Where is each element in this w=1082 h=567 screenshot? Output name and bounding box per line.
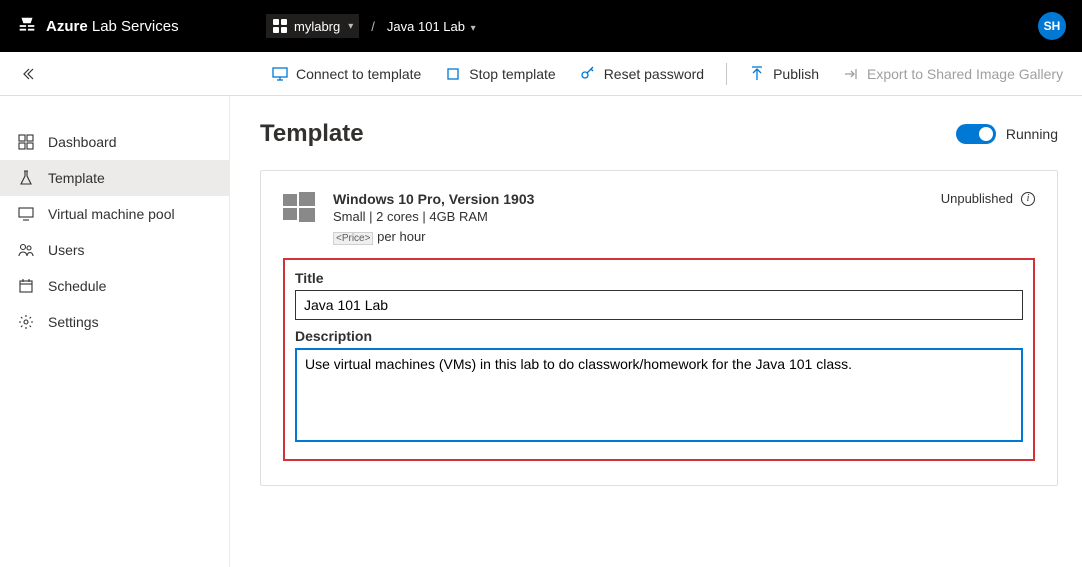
title-input[interactable] [295,290,1023,320]
sidebar-item-template[interactable]: Template [0,160,229,196]
os-spec: Small | 2 cores | 4GB RAM [333,207,534,227]
page-title: Template [260,120,364,148]
running-toggle-group: Running [956,124,1058,144]
breadcrumb: mylabrg ▾ / Java 101 Lab ▾ [266,14,476,38]
sidebar-item-label: Users [48,242,85,258]
sidebar-item-settings[interactable]: Settings [0,304,229,340]
stop-icon [445,66,461,82]
top-bar: Azure Lab Services mylabrg ▾ / Java 101 … [0,0,1082,52]
page-header: Template Running [260,120,1058,148]
chevron-down-icon: ▾ [471,23,476,34]
os-meta: Windows 10 Pro, Version 1903 Small | 2 c… [333,191,534,246]
monitor-icon [272,66,288,82]
publish-status: Unpublished i [941,191,1035,206]
highlighted-form: Title Description [283,258,1035,461]
connect-to-template-button[interactable]: Connect to template [262,60,431,88]
title-label: Title [295,270,1023,286]
users-icon [18,242,36,258]
action-bar: Connect to template Stop template Reset … [0,52,1082,96]
monitor-icon [18,206,36,222]
sidebar-item-schedule[interactable]: Schedule [0,268,229,304]
chevron-down-icon: ▾ [348,21,353,32]
running-toggle[interactable] [956,124,996,144]
sidebar-item-label: Schedule [48,278,106,294]
upload-icon [749,66,765,82]
sidebar: Dashboard Template Virtual machine pool … [0,96,230,567]
breadcrumb-resource-group[interactable]: mylabrg ▾ [266,14,359,38]
description-label: Description [295,328,1023,344]
windows-icon [283,191,315,246]
dashboard-icon [18,134,36,150]
card-header: Windows 10 Pro, Version 1903 Small | 2 c… [283,191,1035,246]
publish-button[interactable]: Publish [739,60,829,88]
description-input[interactable] [295,348,1023,442]
action-separator [726,63,727,85]
calendar-icon [18,278,36,294]
brand[interactable]: Azure Lab Services [16,15,266,37]
os-title: Windows 10 Pro, Version 1903 [333,191,534,207]
sidebar-item-label: Virtual machine pool [48,206,175,222]
resource-group-icon [272,18,288,34]
breadcrumb-separator: / [367,19,379,34]
export-to-shared-image-gallery-button: Export to Shared Image Gallery [833,60,1073,88]
sidebar-item-label: Dashboard [48,134,117,150]
collapse-nav-icon[interactable] [20,66,36,82]
sidebar-item-dashboard[interactable]: Dashboard [0,124,229,160]
sidebar-item-label: Template [48,170,105,186]
avatar[interactable]: SH [1038,12,1066,40]
key-icon [580,66,596,82]
breadcrumb-lab[interactable]: Java 101 Lab ▾ [387,19,476,34]
azure-lab-services-icon [16,15,38,37]
info-icon[interactable]: i [1021,192,1035,206]
running-label: Running [1006,126,1058,142]
price-chip: <Price> [333,232,373,245]
flask-icon [18,170,36,186]
main: Template Running Unpublished i Windows 1… [230,96,1082,567]
sidebar-item-label: Settings [48,314,99,330]
export-icon [843,66,859,82]
template-card: Unpublished i Windows 10 Pro, Version 19… [260,170,1058,486]
stop-template-button[interactable]: Stop template [435,60,565,88]
sidebar-item-users[interactable]: Users [0,232,229,268]
layout: Dashboard Template Virtual machine pool … [0,96,1082,567]
gear-icon [18,314,36,330]
os-price: <Price> per hour [333,227,534,247]
reset-password-button[interactable]: Reset password [570,60,714,88]
sidebar-item-vm-pool[interactable]: Virtual machine pool [0,196,229,232]
brand-text: Azure Lab Services [46,18,179,35]
